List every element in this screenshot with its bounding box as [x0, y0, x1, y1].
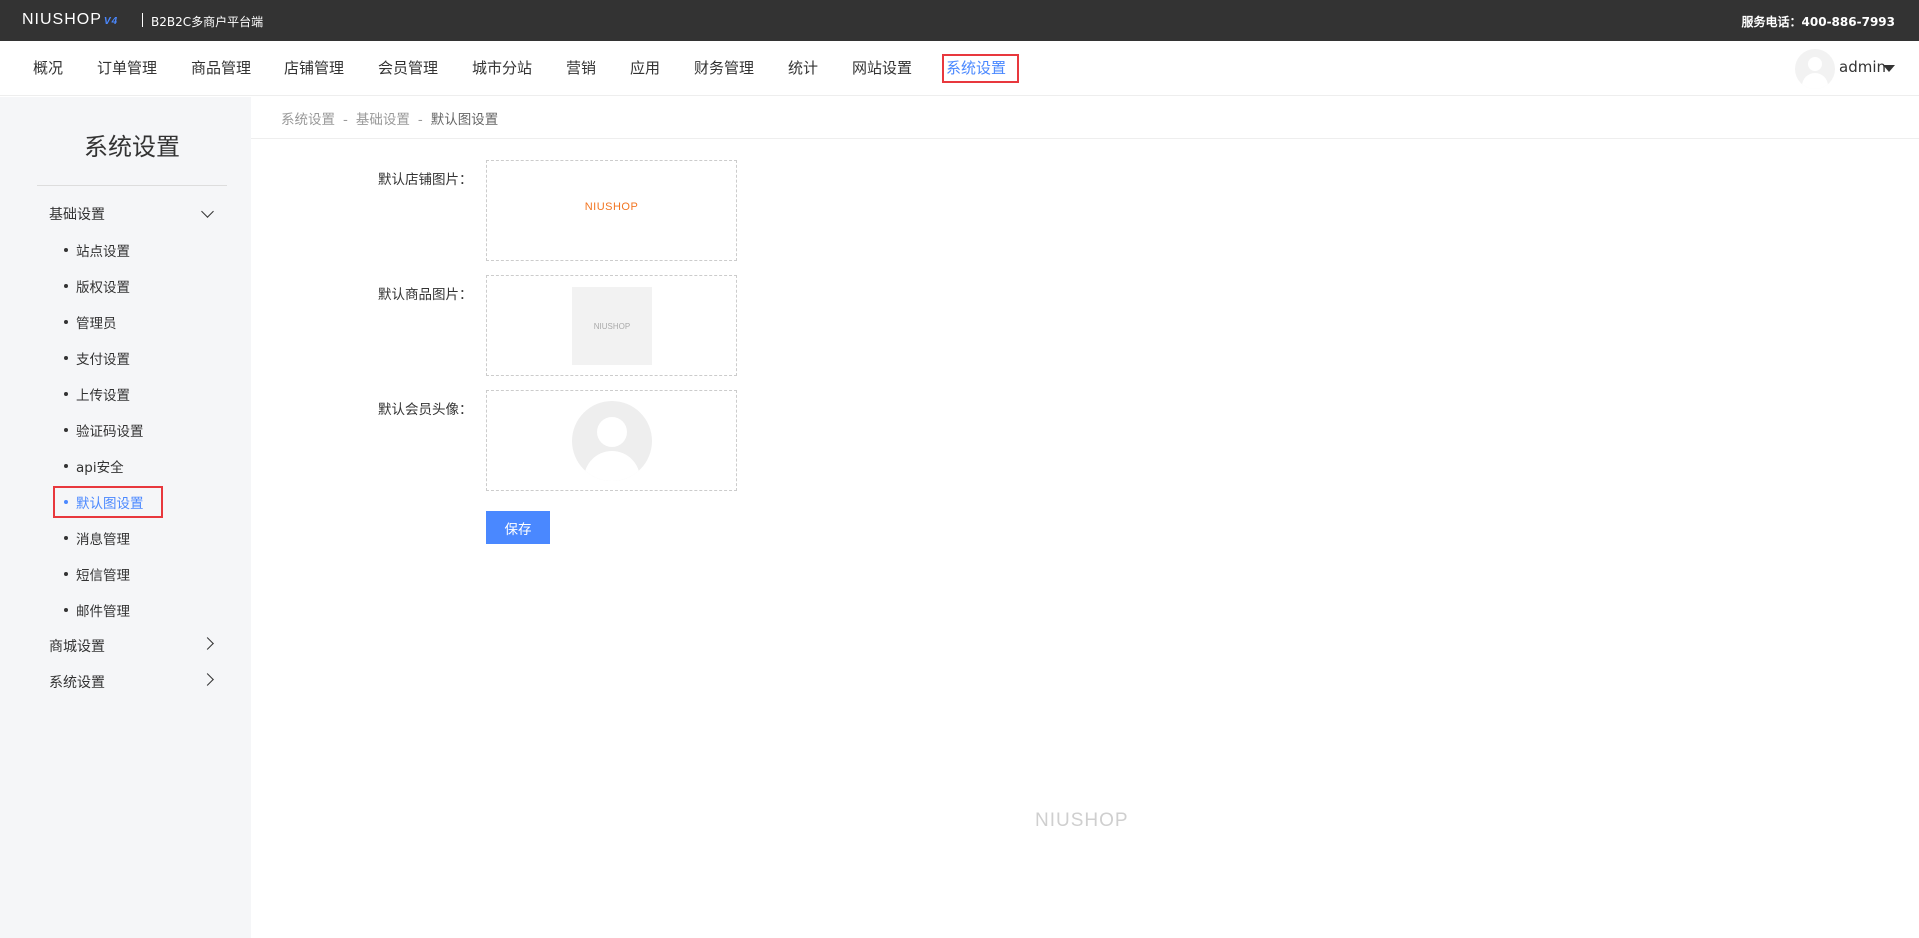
- save-button[interactable]: 保存: [486, 511, 550, 544]
- nav-goods[interactable]: 商品管理: [191, 57, 251, 78]
- sidebar-item-label: 支付设置: [76, 352, 130, 368]
- nav-shops[interactable]: 店铺管理: [284, 57, 344, 78]
- bullet-icon: [64, 320, 68, 324]
- avatar-body-shape: [584, 451, 640, 481]
- active-sidebar-highlight: [53, 486, 163, 518]
- nav-city-sites[interactable]: 城市分站: [472, 57, 532, 78]
- sidebar-item-copyright[interactable]: 版权设置: [64, 276, 130, 296]
- bullet-icon: [64, 536, 68, 540]
- nav-website-settings[interactable]: 网站设置: [852, 57, 912, 78]
- sidebar-item-site[interactable]: 站点设置: [64, 240, 130, 260]
- sidebar-item-sms[interactable]: 短信管理: [64, 564, 130, 584]
- bullet-icon: [64, 392, 68, 396]
- chevron-right-icon[interactable]: [201, 673, 214, 686]
- nav-marketing[interactable]: 营销: [566, 57, 596, 78]
- chevron-right-icon[interactable]: [201, 637, 214, 650]
- breadcrumb-divider: [251, 138, 1919, 139]
- bullet-icon: [64, 428, 68, 432]
- logo-divider: [142, 13, 143, 27]
- sidebar-group-basic[interactable]: 基础设置: [49, 204, 105, 224]
- goods-placeholder-text: NIUSHOP: [593, 322, 631, 331]
- nav-apps[interactable]: 应用: [630, 57, 660, 78]
- sidebar: 系统设置 基础设置 站点设置 版权设置 管理员 支付设置 上传设置 验证码设置 …: [0, 97, 251, 938]
- breadcrumb: 系统设置 - 基础设置 - 默认图设置: [281, 108, 498, 128]
- user-name[interactable]: admin: [1839, 58, 1886, 76]
- sidebar-item-email[interactable]: 邮件管理: [64, 600, 130, 620]
- goods-placeholder-image: NIUSHOP: [572, 287, 652, 365]
- breadcrumb-separator: -: [343, 112, 348, 128]
- default-goods-image-upload[interactable]: NIUSHOP: [486, 275, 737, 376]
- main-nav: 概况 订单管理 商品管理 店铺管理 会员管理 城市分站 营销 应用 财务管理 统…: [0, 41, 1919, 96]
- breadcrumb-basic-settings[interactable]: 基础设置: [356, 112, 410, 128]
- sidebar-item-label: 消息管理: [76, 532, 130, 548]
- niushop-logo[interactable]: NIUSHOP V4: [22, 11, 118, 29]
- sidebar-item-label: 邮件管理: [76, 604, 130, 620]
- sidebar-item-label: 管理员: [76, 316, 117, 332]
- breadcrumb-system-settings[interactable]: 系统设置: [281, 112, 335, 128]
- footer-logo: NIUSHOP: [1035, 810, 1129, 831]
- default-member-avatar-label: 默认会员头像：: [378, 402, 473, 418]
- sidebar-item-label: api安全: [76, 460, 124, 476]
- sidebar-item-payment[interactable]: 支付设置: [64, 348, 130, 368]
- sidebar-item-captcha[interactable]: 验证码设置: [64, 420, 144, 440]
- nav-overview[interactable]: 概况: [33, 57, 63, 78]
- sidebar-item-label: 站点设置: [76, 244, 130, 260]
- caret-down-icon[interactable]: [1883, 65, 1895, 72]
- service-hotline: 服务电话：400-886-7993: [1741, 15, 1895, 29]
- logo-version: V4: [103, 16, 119, 27]
- sidebar-item-label: 上传设置: [76, 388, 130, 404]
- sidebar-item-label: 短信管理: [76, 568, 130, 584]
- bullet-icon: [64, 248, 68, 252]
- avatar-head-shape: [597, 417, 627, 447]
- bullet-icon: [64, 356, 68, 360]
- sidebar-item-api-security[interactable]: api安全: [64, 456, 124, 476]
- default-member-avatar-upload[interactable]: [486, 390, 737, 491]
- sidebar-title: 系统设置: [84, 133, 180, 161]
- sidebar-group-system[interactable]: 系统设置: [49, 672, 105, 692]
- store-logo-image: NIUSHOP: [584, 201, 639, 213]
- breadcrumb-current: 默认图设置: [430, 112, 499, 128]
- bullet-icon: [64, 572, 68, 576]
- breadcrumb-separator: -: [417, 112, 423, 128]
- sidebar-group-mall[interactable]: 商城设置: [49, 636, 105, 656]
- sidebar-item-label: 版权设置: [76, 280, 130, 296]
- avatar-body-shape: [1802, 73, 1828, 89]
- nav-orders[interactable]: 订单管理: [97, 57, 157, 78]
- nav-finance[interactable]: 财务管理: [694, 57, 754, 78]
- default-store-image-label: 默认店铺图片：: [378, 172, 473, 188]
- sidebar-item-messages[interactable]: 消息管理: [64, 528, 130, 548]
- bullet-icon: [64, 464, 68, 468]
- avatar-head-shape: [1808, 57, 1822, 71]
- bullet-icon: [64, 284, 68, 288]
- member-avatar-icon: [572, 401, 652, 481]
- active-nav-highlight: [942, 54, 1019, 83]
- sidebar-item-label: 验证码设置: [76, 424, 144, 440]
- nav-members[interactable]: 会员管理: [378, 57, 438, 78]
- top-bar: NIUSHOP V4 B2B2C多商户平台端 服务电话：400-886-7993: [0, 0, 1919, 41]
- sidebar-divider: [37, 185, 227, 186]
- platform-name: B2B2C多商户平台端: [151, 15, 264, 29]
- sidebar-item-admins[interactable]: 管理员: [64, 312, 117, 332]
- logo-text: NIUSHOP: [22, 11, 102, 28]
- chevron-down-icon[interactable]: [201, 205, 214, 218]
- user-avatar[interactable]: [1795, 49, 1835, 89]
- default-store-image-upload[interactable]: NIUSHOP: [486, 160, 737, 261]
- default-goods-image-label: 默认商品图片：: [378, 287, 473, 303]
- nav-statistics[interactable]: 统计: [788, 57, 818, 78]
- sidebar-item-upload[interactable]: 上传设置: [64, 384, 130, 404]
- bullet-icon: [64, 608, 68, 612]
